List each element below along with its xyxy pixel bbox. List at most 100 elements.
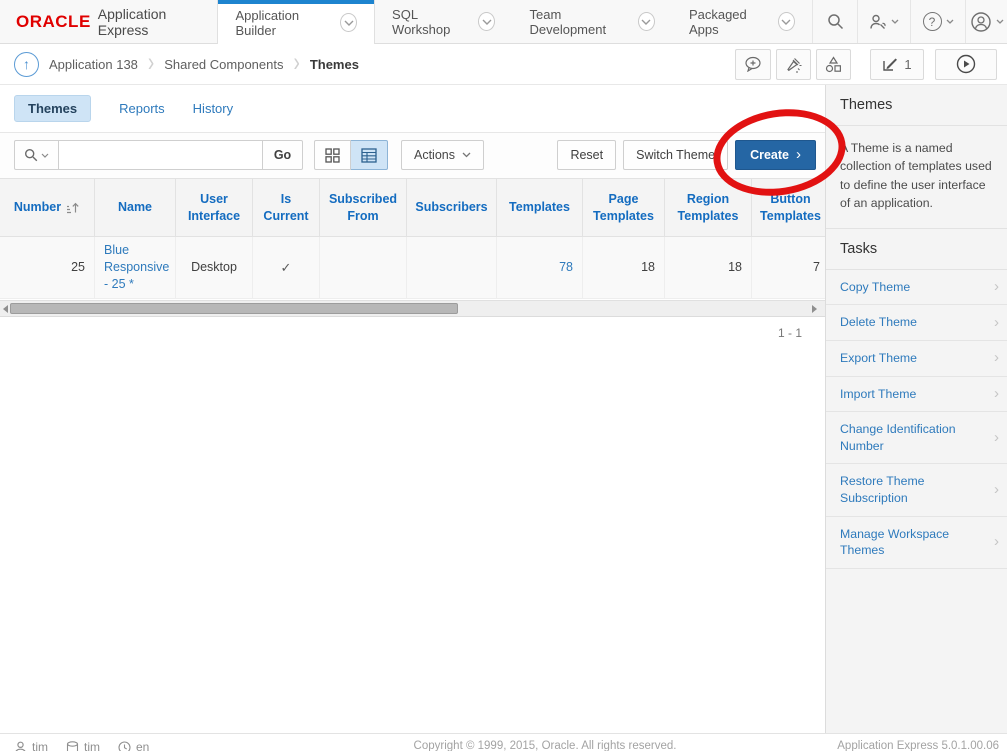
run-page-button[interactable] — [935, 49, 997, 80]
horizontal-scrollbar[interactable] — [0, 300, 825, 317]
scrollbar-thumb[interactable] — [10, 303, 458, 314]
account-menu-button[interactable] — [965, 0, 1007, 43]
nav-tab-label: SQL Workshop — [392, 7, 469, 37]
table-header-row: Number Name User Interface Is Current Su… — [0, 178, 825, 237]
cell-button-templates: 7 — [752, 237, 825, 299]
actions-button[interactable]: Actions — [401, 140, 484, 170]
cell-templates: 78 — [497, 237, 583, 299]
chevron-down-icon[interactable] — [340, 13, 357, 32]
edit-page-button[interactable]: 1 — [870, 49, 924, 80]
go-button[interactable]: Go — [263, 140, 303, 170]
breadcrumb-shared-components[interactable]: Shared Components — [164, 57, 283, 72]
scroll-left-arrow-icon[interactable] — [3, 305, 8, 313]
table-row: 25 Blue Responsive - 25 * Desktop ✓ 78 1… — [0, 237, 825, 299]
column-header-button-templates[interactable]: Button Templates — [752, 178, 825, 237]
administration-menu-button[interactable] — [857, 0, 910, 43]
help-menu-button[interactable]: ? — [910, 0, 965, 43]
right-sidebar: Themes A Theme is a named collection of … — [825, 85, 1007, 733]
flashlight-button[interactable] — [776, 49, 811, 80]
cell-is-current-checkmark: ✓ — [253, 237, 320, 299]
sidebar-about-title: Themes — [826, 85, 1007, 126]
task-export-theme[interactable]: Export Theme› — [826, 341, 1007, 377]
task-restore-theme-subscription[interactable]: Restore Theme Subscription› — [826, 464, 1007, 516]
column-header-templates[interactable]: Templates — [497, 178, 583, 237]
pagination-range: 1 - 1 — [0, 326, 802, 340]
cell-region-templates: 18 — [665, 237, 752, 299]
chevron-down-icon[interactable] — [638, 12, 655, 31]
edit-page-number: 1 — [904, 57, 911, 72]
footer-language: en — [118, 740, 149, 751]
global-search-button[interactable] — [812, 0, 857, 43]
sidebar-tasks-title: Tasks — [826, 229, 1007, 270]
region-tabs: Themes Reports History — [0, 85, 825, 133]
task-import-theme[interactable]: Import Theme› — [826, 377, 1007, 413]
nav-tab-team-development[interactable]: Team Development — [512, 0, 671, 43]
feedback-button[interactable] — [735, 49, 771, 80]
chevron-down-icon — [41, 153, 49, 158]
switch-theme-button[interactable]: Switch Theme — [623, 140, 728, 170]
task-label: Export Theme — [840, 351, 917, 365]
theme-name-link[interactable]: Blue Responsive - 25 * — [104, 242, 169, 293]
column-header-page-templates[interactable]: Page Templates — [583, 178, 665, 237]
toolbar-right-buttons: Reset Switch Theme Create › — [557, 140, 816, 170]
report-view-button[interactable] — [351, 140, 388, 170]
chevron-down-icon[interactable] — [778, 12, 795, 31]
column-header-subscribers[interactable]: Subscribers — [407, 178, 497, 237]
templates-count-link[interactable]: 78 — [559, 259, 573, 276]
chevron-down-icon — [996, 19, 1004, 24]
cell-user-interface: Desktop — [176, 237, 253, 299]
footer-session-info: tim tim en — [14, 740, 149, 751]
task-delete-theme[interactable]: Delete Theme› — [826, 305, 1007, 341]
page-action-buttons: 1 — [735, 49, 997, 80]
breadcrumb-current-page: Themes — [310, 57, 359, 72]
nav-tab-sql-workshop[interactable]: SQL Workshop — [375, 0, 512, 43]
column-header-user-interface[interactable]: User Interface — [176, 178, 253, 237]
chevron-right-icon: › — [994, 480, 999, 500]
footer-version: Application Express 5.0.1.00.06 — [837, 740, 999, 751]
column-header-subscribed-from[interactable]: Subscribed From — [320, 178, 407, 237]
search-icon — [24, 148, 38, 162]
logo: ORACLE Application Express — [0, 0, 217, 43]
nav-tab-application-builder[interactable]: Application Builder — [217, 0, 375, 45]
up-arrow-icon[interactable]: ↑ — [14, 52, 39, 77]
table-view-icon — [361, 148, 377, 163]
help-icon: ? — [923, 12, 942, 31]
footer-copyright: Copyright © 1999, 2015, Oracle. All righ… — [385, 740, 705, 751]
tab-themes[interactable]: Themes — [14, 95, 91, 122]
task-manage-workspace-themes[interactable]: Manage Workspace Themes› — [826, 517, 1007, 569]
scroll-right-arrow-icon[interactable] — [812, 305, 817, 313]
top-nav-utilities: ? — [812, 0, 1007, 43]
flashlight-icon — [785, 56, 802, 73]
tab-reports[interactable]: Reports — [119, 101, 165, 116]
icon-view-button[interactable] — [314, 140, 351, 170]
cell-name: Blue Responsive - 25 * — [95, 237, 176, 299]
breadcrumb-application[interactable]: Application 138 — [49, 57, 138, 72]
task-copy-theme[interactable]: Copy Theme› — [826, 270, 1007, 306]
product-name: Application Express — [98, 6, 200, 38]
chevron-right-icon: › — [994, 532, 999, 552]
chevron-down-icon[interactable] — [478, 12, 495, 31]
search-input[interactable] — [59, 140, 263, 170]
chevron-right-icon: › — [994, 384, 999, 404]
chevron-right-icon: › — [994, 277, 999, 297]
nav-tab-packaged-apps[interactable]: Packaged Apps — [672, 0, 812, 43]
column-header-number[interactable]: Number — [0, 178, 95, 237]
play-icon — [956, 54, 976, 74]
footer-user: tim — [14, 740, 48, 751]
footer-schema-label: tim — [84, 740, 100, 751]
database-icon — [66, 741, 79, 751]
oracle-logo: ORACLE — [16, 12, 91, 32]
task-change-identification-number[interactable]: Change Identification Number› — [826, 412, 1007, 464]
search-options-button[interactable] — [14, 140, 59, 170]
column-header-region-templates[interactable]: Region Templates — [665, 178, 752, 237]
user-icon — [14, 741, 27, 751]
column-header-is-current[interactable]: Is Current — [253, 178, 320, 237]
report-toolbar: Go Actions Reset Switch Theme Create › — [0, 133, 825, 178]
tab-history[interactable]: History — [193, 101, 233, 116]
reset-button[interactable]: Reset — [557, 140, 616, 170]
create-button[interactable]: Create › — [735, 140, 816, 170]
actions-label: Actions — [414, 148, 455, 162]
shared-components-button[interactable] — [816, 49, 851, 80]
search-icon — [827, 13, 844, 30]
column-header-name[interactable]: Name — [95, 178, 176, 237]
